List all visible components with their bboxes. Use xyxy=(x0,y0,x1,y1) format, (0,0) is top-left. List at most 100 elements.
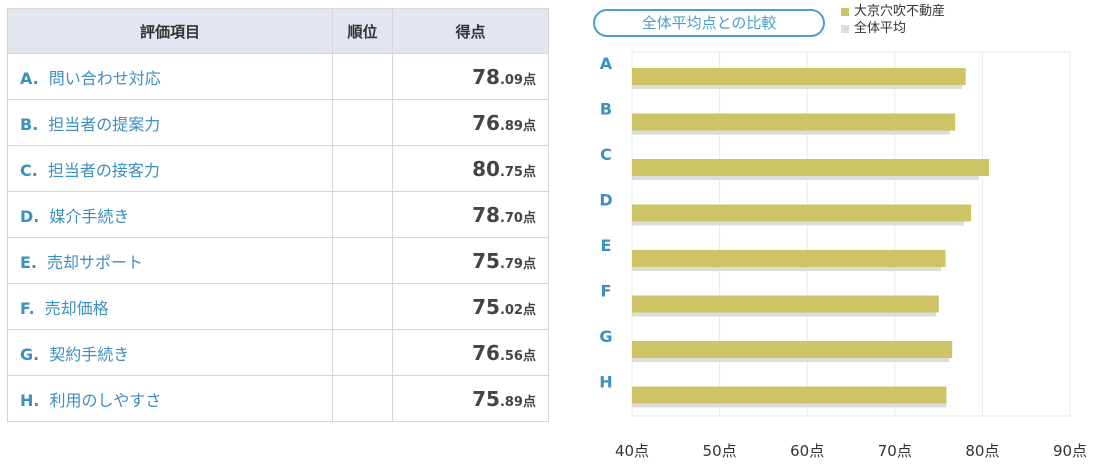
table-row: D. 媒介手続き 78.70点 xyxy=(7,191,549,238)
score-unit: 点 xyxy=(522,256,536,272)
chart-title: 全体平均点との比較 xyxy=(593,9,825,37)
legend-item-company: 大京穴吹不動産 xyxy=(841,3,945,20)
score-decimal: .89 xyxy=(499,394,523,410)
score-cell: 75.02点 xyxy=(392,283,549,330)
score-unit: 点 xyxy=(522,394,536,410)
score-unit: 点 xyxy=(522,72,536,88)
x-tick-label: 50点 xyxy=(703,442,737,460)
table-row: B. 担当者の提案力 76.89点 xyxy=(7,99,549,146)
score-decimal: .89 xyxy=(499,118,523,134)
legend-swatch-average xyxy=(841,24,849,33)
score-cell: 75.89点 xyxy=(392,375,549,422)
score-decimal: .56 xyxy=(499,348,523,364)
score-decimal: .02 xyxy=(499,302,523,318)
x-tick-label: 70点 xyxy=(878,442,912,460)
x-tick-label: 60点 xyxy=(790,442,824,460)
legend-label-average: 全体平均 xyxy=(854,21,907,36)
bar-chart: 40点 50点 60点 70点 80点 90点 A B C D E F G H xyxy=(599,51,1087,460)
table-row: C. 担当者の接客力 80.75点 xyxy=(7,145,549,192)
bar-company xyxy=(632,341,953,358)
score-integer: 76 xyxy=(472,110,500,135)
item-letter: C. xyxy=(20,160,38,180)
table-row: F. 売却価格 75.02点 xyxy=(7,283,549,330)
score-integer: 78 xyxy=(472,64,500,89)
item-label: 媒介手続き xyxy=(49,206,130,226)
header-item: 評価項目 xyxy=(7,8,333,54)
score-unit: 点 xyxy=(522,164,536,180)
score-unit: 点 xyxy=(522,210,536,226)
x-tick-label: 90点 xyxy=(1053,442,1087,460)
legend-label-company: 大京穴吹不動産 xyxy=(854,4,946,19)
score-table: 評価項目 順位 得点 A. 問い合わせ対応 78.09点 B. 担当者の提案力 76.89… xyxy=(7,8,549,422)
score-integer: 80 xyxy=(472,156,500,181)
y-category-label: D xyxy=(599,191,612,210)
header-score: 得点 xyxy=(392,8,549,54)
score-cell: 76.56点 xyxy=(392,329,549,376)
item-letter: E. xyxy=(20,252,38,272)
y-category-label: C xyxy=(600,145,612,164)
item-label: 担当者の提案力 xyxy=(48,114,161,134)
rank-cell xyxy=(332,145,393,192)
score-decimal: .70 xyxy=(499,210,523,226)
bar-company xyxy=(632,250,946,267)
score-unit: 点 xyxy=(522,348,536,364)
score-decimal: .75 xyxy=(499,164,523,180)
table-header-row: 評価項目 順位 得点 xyxy=(7,8,549,54)
y-category-label: E xyxy=(601,236,612,255)
table-row: H. 利用のしやすさ 75.89点 xyxy=(7,375,549,422)
item-cell: E. 売却サポート xyxy=(7,237,333,284)
rank-cell xyxy=(332,53,393,100)
table-row: E. 売却サポート 75.79点 xyxy=(7,237,549,284)
table-row: A. 問い合わせ対応 78.09点 xyxy=(7,53,549,100)
item-cell: A. 問い合わせ対応 xyxy=(7,53,333,100)
bar-company xyxy=(632,386,947,404)
y-category-label: G xyxy=(599,327,612,346)
score-decimal: .09 xyxy=(499,72,523,88)
item-label: 利用のしやすさ xyxy=(49,390,162,410)
score-cell: 78.09点 xyxy=(392,53,549,100)
item-letter: A. xyxy=(20,68,39,88)
score-decimal: .79 xyxy=(499,256,523,272)
x-tick-label: 80点 xyxy=(965,442,999,460)
y-category-label: F xyxy=(601,282,612,301)
score-integer: 75 xyxy=(472,248,500,273)
item-letter: H. xyxy=(20,390,40,410)
score-unit: 点 xyxy=(522,302,536,318)
rank-cell xyxy=(332,191,393,238)
item-cell: B. 担当者の提案力 xyxy=(7,99,333,146)
rank-cell xyxy=(332,237,393,284)
header-rank: 順位 xyxy=(332,8,393,54)
item-cell: C. 担当者の接客力 xyxy=(7,145,333,192)
score-integer: 78 xyxy=(472,202,500,227)
legend-item-average: 全体平均 xyxy=(841,20,945,37)
table-row: G. 契約手続き 76.56点 xyxy=(7,329,549,376)
item-letter: B. xyxy=(20,114,39,134)
item-letter: D. xyxy=(20,206,40,226)
score-cell: 76.89点 xyxy=(392,99,549,146)
rank-cell xyxy=(332,99,393,146)
item-label: 問い合わせ対応 xyxy=(48,68,161,88)
y-category-label: H xyxy=(599,373,612,392)
item-cell: G. 契約手続き xyxy=(7,329,333,376)
score-cell: 75.79点 xyxy=(392,237,549,284)
x-tick-label: 40点 xyxy=(615,442,649,460)
item-cell: D. 媒介手続き xyxy=(7,191,333,238)
score-integer: 76 xyxy=(472,340,500,365)
score-integer: 75 xyxy=(472,294,500,319)
bar-company xyxy=(632,113,956,131)
rank-cell xyxy=(332,283,393,330)
item-label: 売却価格 xyxy=(44,298,109,318)
item-letter: G. xyxy=(20,344,40,364)
bar-company xyxy=(632,68,966,85)
item-cell: H. 利用のしやすさ xyxy=(7,375,333,422)
y-category-label: A xyxy=(600,54,613,73)
chart-legend: 大京穴吹不動産 全体平均 xyxy=(841,3,945,37)
legend-swatch-company xyxy=(841,7,849,16)
rank-cell xyxy=(332,375,393,422)
score-cell: 80.75点 xyxy=(392,145,549,192)
score-integer: 75 xyxy=(472,386,500,411)
item-label: 契約手続き xyxy=(49,344,130,364)
score-cell: 78.70点 xyxy=(392,191,549,238)
y-category-label: B xyxy=(600,100,612,119)
bar-company xyxy=(632,159,989,176)
